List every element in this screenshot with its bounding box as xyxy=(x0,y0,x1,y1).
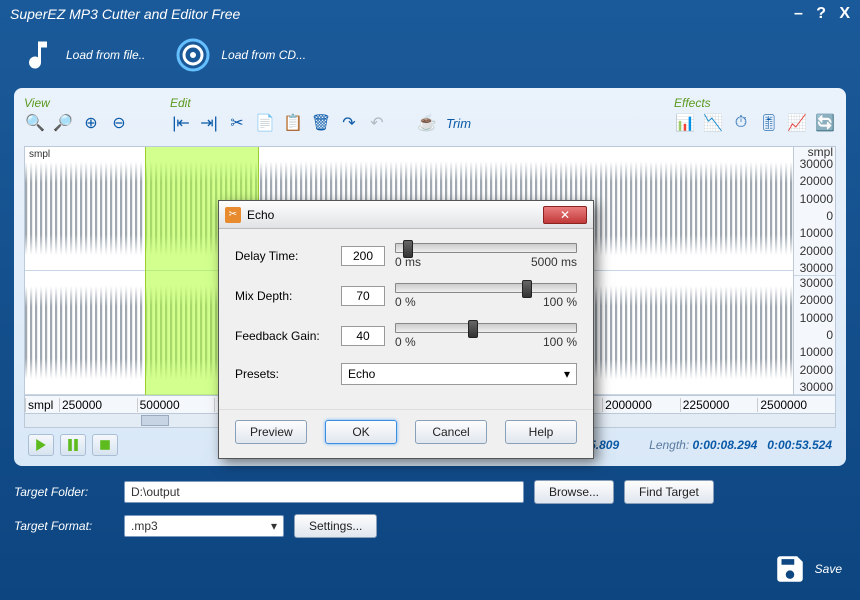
dialog-close-button[interactable]: ✕ xyxy=(543,206,587,224)
scissors-icon: ✂ xyxy=(225,207,241,223)
toolbar: View 🔍 🔎 ⊕ ⊖ Edit |⇤ ⇥| ✂ 📄 📋 🗑 ↷ ↶ ☕ xyxy=(24,96,836,142)
pause-button[interactable] xyxy=(60,434,86,456)
trim-label: Trim xyxy=(446,116,471,131)
save-label: Save xyxy=(815,562,842,576)
save-icon xyxy=(773,552,807,586)
mix-depth-input[interactable] xyxy=(341,286,385,306)
window-title: SuperEZ MP3 Cutter and Editor Free xyxy=(10,6,240,22)
titlebar: SuperEZ MP3 Cutter and Editor Free – ? X xyxy=(0,0,860,28)
copy-icon[interactable]: 📄 xyxy=(254,112,276,134)
target-format-value: .mp3 xyxy=(131,519,158,533)
length-total: 0:00:53.524 xyxy=(767,438,832,452)
presets-select[interactable]: Echo ▾ xyxy=(341,363,577,385)
ruler-y-unit: smpl xyxy=(794,147,835,157)
stop-button[interactable] xyxy=(92,434,118,456)
close-button[interactable]: X xyxy=(839,5,850,22)
find-target-button[interactable]: Find Target xyxy=(624,480,714,504)
cut-icon[interactable]: ✂ xyxy=(226,112,248,134)
fade-icon[interactable]: 📉 xyxy=(702,112,724,134)
load-cd-label: Load from CD... xyxy=(221,48,306,62)
paste-icon[interactable]: 📋 xyxy=(282,112,304,134)
dialog-title: Echo xyxy=(247,208,537,222)
feedback-gain-input[interactable] xyxy=(341,326,385,346)
amplitude-ruler: smpl 3000020000100000100002000030000 300… xyxy=(793,147,835,395)
presets-label: Presets: xyxy=(235,367,331,381)
normalize-icon[interactable]: 📈 xyxy=(786,112,808,134)
help-button[interactable]: ? xyxy=(816,5,826,22)
delay-time-input[interactable] xyxy=(341,246,385,266)
preview-button[interactable]: Preview xyxy=(235,420,307,444)
delay-time-slider[interactable] xyxy=(395,243,577,253)
mix-depth-slider[interactable] xyxy=(395,283,577,293)
zoom-out-icon[interactable]: 🔎 xyxy=(52,112,74,134)
target-format-select[interactable]: .mp3 ▾ xyxy=(124,515,284,537)
trim-icon[interactable]: ☕ xyxy=(416,112,438,134)
output-settings: Target Folder: Browse... Find Target Tar… xyxy=(0,472,860,538)
delay-time-label: Delay Time: xyxy=(235,249,331,263)
dialog-titlebar[interactable]: ✂ Echo ✕ xyxy=(219,201,593,229)
feedback-gain-label: Feedback Gain: xyxy=(235,329,331,343)
mark-end-icon[interactable]: ⇥| xyxy=(198,112,220,134)
view-group-label: View xyxy=(24,96,130,110)
play-button[interactable] xyxy=(28,434,54,456)
load-bar: Load from file.. Load from CD... xyxy=(0,28,860,82)
music-note-icon xyxy=(20,37,56,73)
chevron-down-icon: ▾ xyxy=(564,367,570,381)
echo-icon[interactable]: 🔄 xyxy=(814,112,836,134)
cd-icon xyxy=(175,37,211,73)
load-from-file-button[interactable]: Load from file.. xyxy=(20,37,145,73)
ok-button[interactable]: OK xyxy=(325,420,397,444)
undo-icon[interactable]: ↶ xyxy=(366,112,388,134)
speed-icon[interactable]: ⏱ xyxy=(730,112,752,134)
cancel-button[interactable]: Cancel xyxy=(415,420,487,444)
redo-icon[interactable]: ↷ xyxy=(338,112,360,134)
load-from-cd-button[interactable]: Load from CD... xyxy=(175,37,306,73)
delete-icon[interactable]: 🗑 xyxy=(310,112,332,134)
presets-value: Echo xyxy=(348,367,375,381)
effects-group-label: Effects xyxy=(674,96,836,110)
feedback-gain-slider[interactable] xyxy=(395,323,577,333)
target-folder-input[interactable] xyxy=(124,481,524,503)
zoom-full-icon[interactable]: ⊖ xyxy=(108,112,130,134)
save-button[interactable]: Save xyxy=(773,552,842,586)
browse-button[interactable]: Browse... xyxy=(534,480,614,504)
edit-group-label: Edit xyxy=(170,96,471,110)
length-label: Length: xyxy=(649,438,689,452)
target-folder-label: Target Folder: xyxy=(14,485,114,499)
format-settings-button[interactable]: Settings... xyxy=(294,514,377,538)
zoom-in-icon[interactable]: 🔍 xyxy=(24,112,46,134)
zoom-selection-icon[interactable]: ⊕ xyxy=(80,112,102,134)
length-selection: 0:00:08.294 xyxy=(693,438,758,452)
echo-dialog: ✂ Echo ✕ Delay Time: 0 ms5000 ms Mix Dep… xyxy=(218,200,594,459)
minimize-button[interactable]: – xyxy=(794,5,803,22)
scrollbar-thumb[interactable] xyxy=(141,415,169,426)
mix-depth-label: Mix Depth: xyxy=(235,289,331,303)
amplify-icon[interactable]: 📊 xyxy=(674,112,696,134)
help-dialog-button[interactable]: Help xyxy=(505,420,577,444)
target-format-label: Target Format: xyxy=(14,519,114,533)
mark-start-icon[interactable]: |⇤ xyxy=(170,112,192,134)
equalizer-icon[interactable]: 🎚 xyxy=(758,112,780,134)
chevron-down-icon: ▾ xyxy=(271,519,277,533)
load-file-label: Load from file.. xyxy=(66,48,145,62)
